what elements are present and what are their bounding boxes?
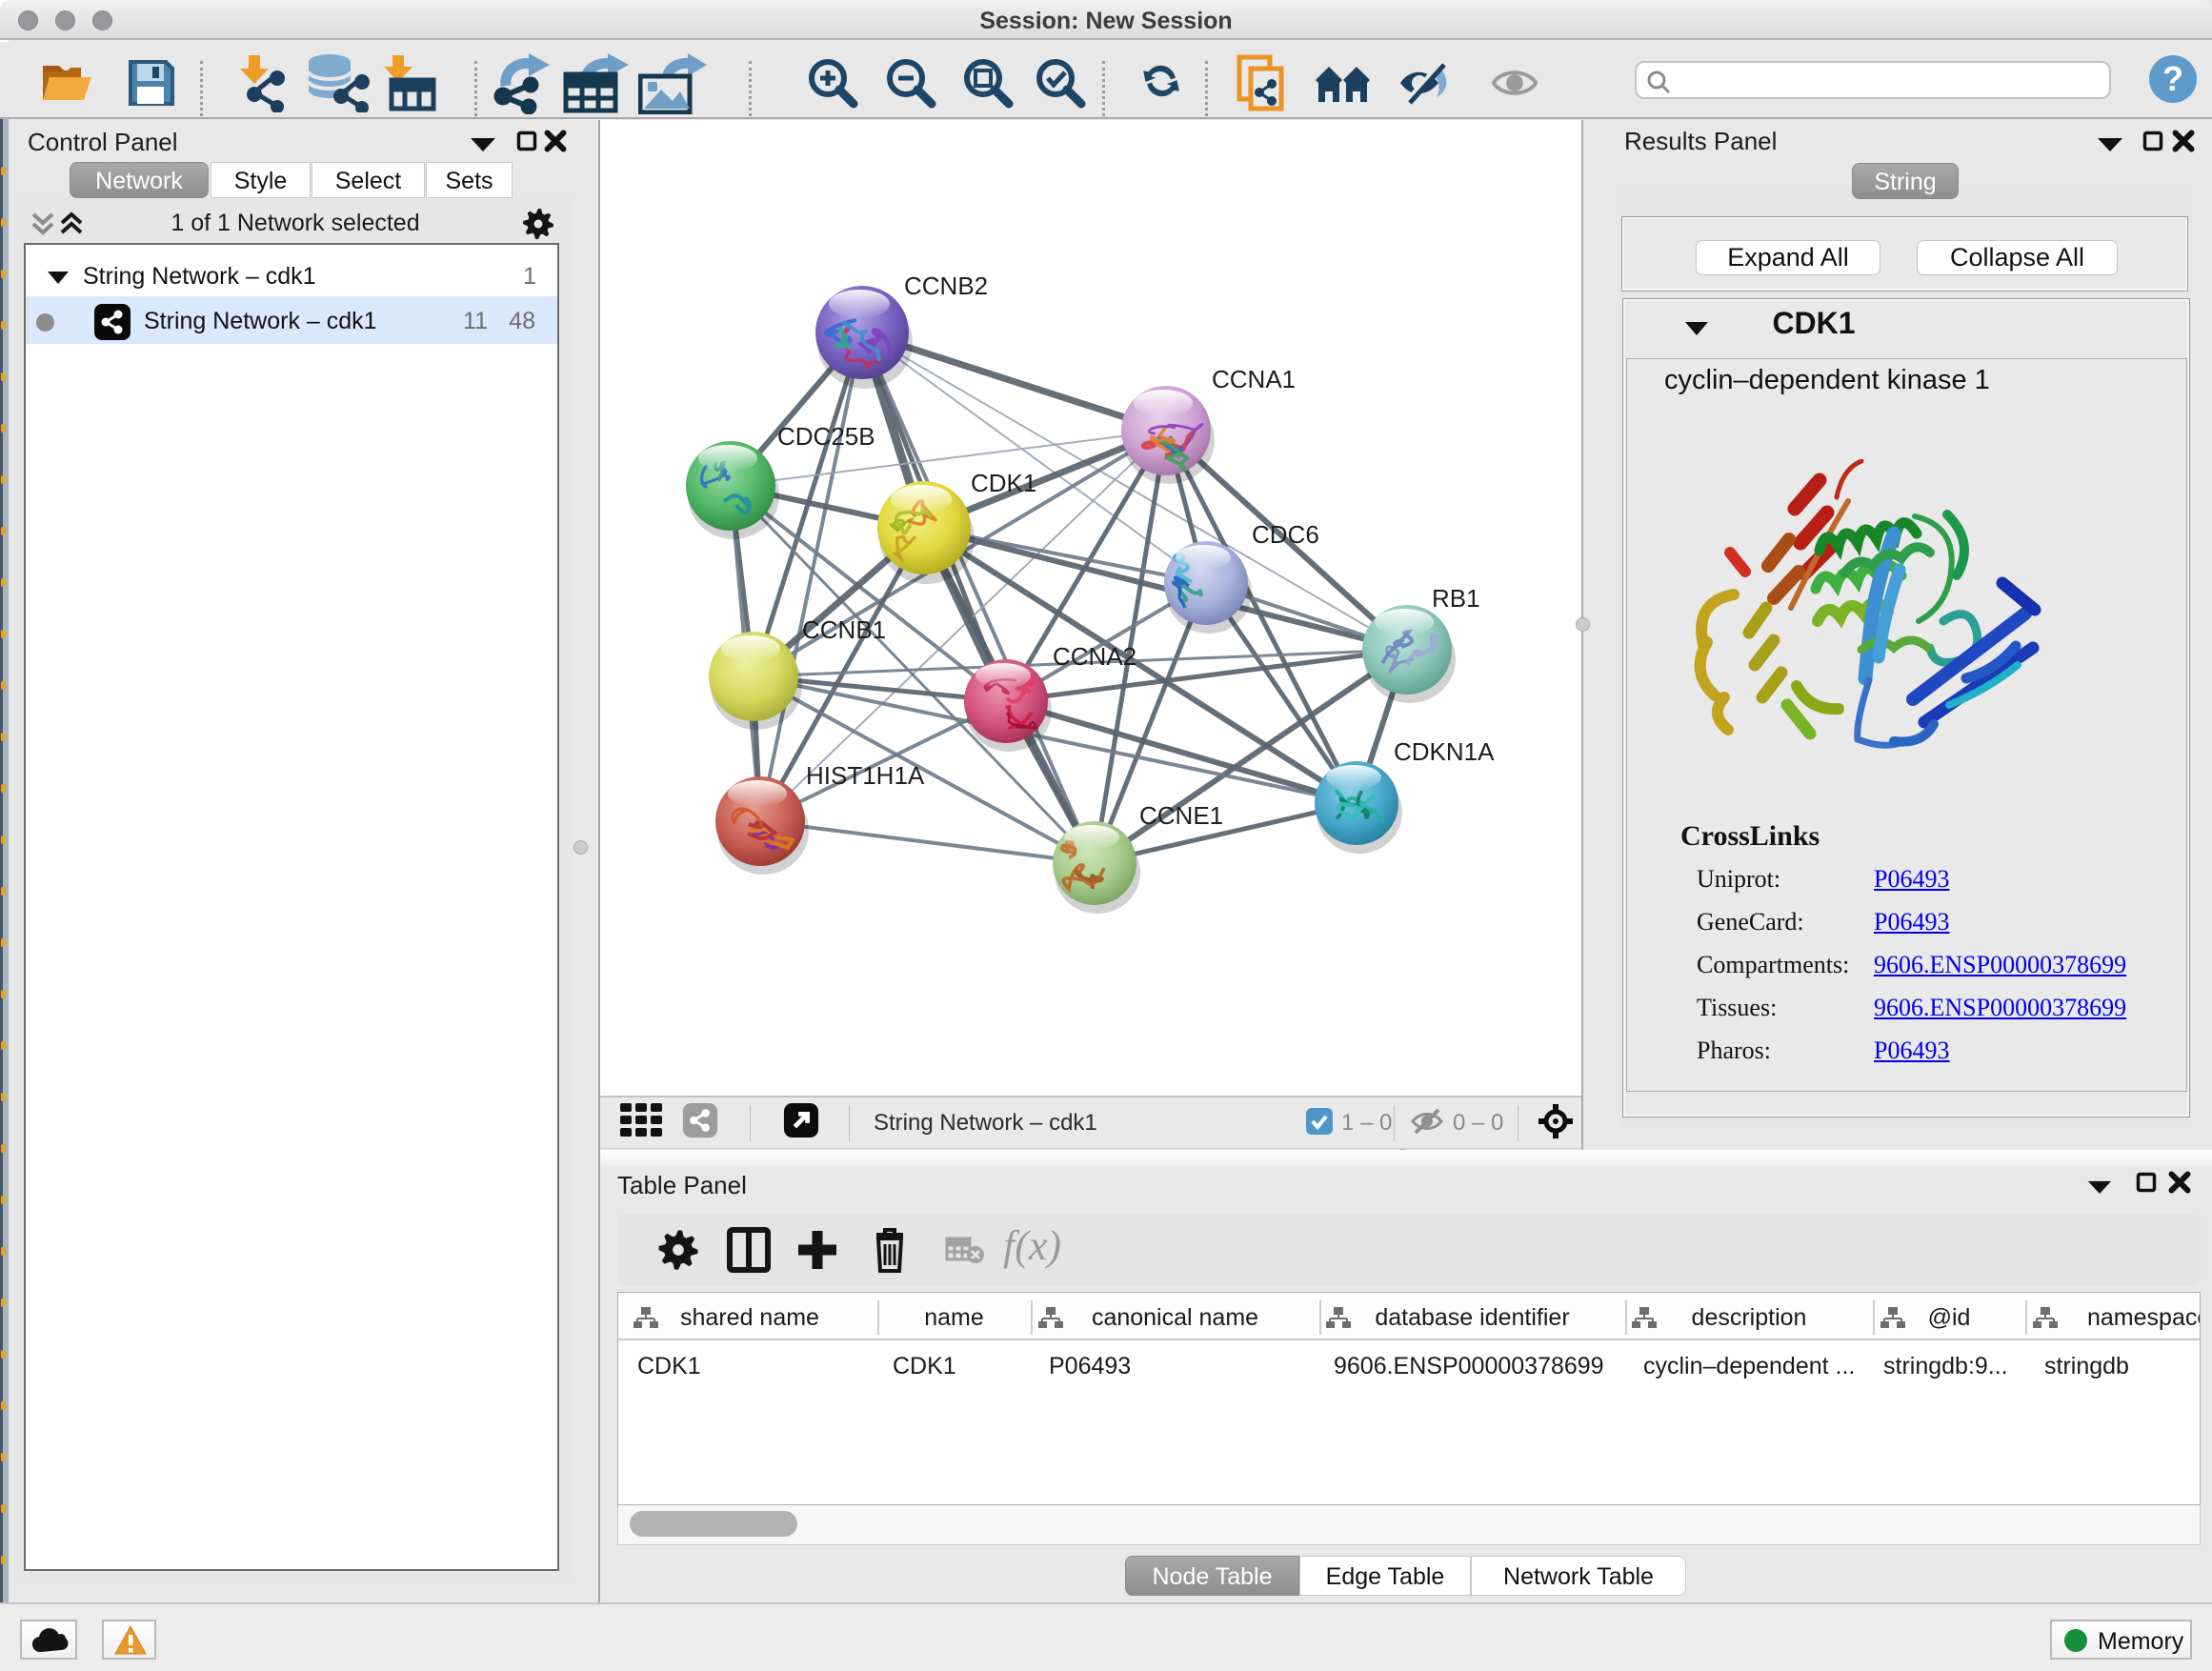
svg-text:RB1: RB1 [1432, 584, 1480, 613]
svg-text:HIST1H1A: HIST1H1A [806, 761, 925, 790]
svg-text:CCNB2: CCNB2 [904, 272, 988, 300]
svg-text:CCNB1: CCNB1 [802, 615, 886, 644]
svg-text:CDC6: CDC6 [1252, 520, 1319, 549]
svg-text:CDKN1A: CDKN1A [1394, 737, 1495, 766]
svg-text:CDC25B: CDC25B [777, 422, 875, 451]
svg-text:CCNA1: CCNA1 [1212, 365, 1296, 393]
svg-text:CCNA2: CCNA2 [1053, 642, 1136, 671]
svg-text:CCNE1: CCNE1 [1139, 801, 1223, 830]
svg-text:CDK1: CDK1 [971, 469, 1036, 497]
